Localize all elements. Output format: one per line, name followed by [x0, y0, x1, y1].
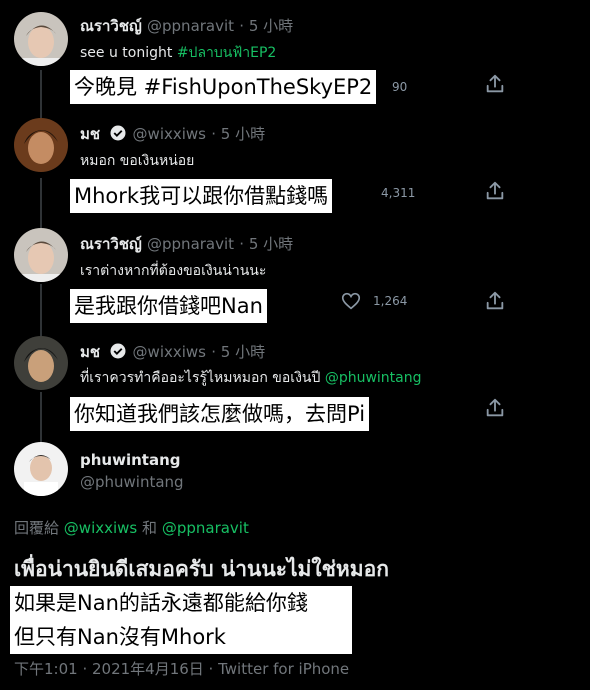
main-tweet-text: เพื่อน่านยินดีเสมอครับ น่านนะไม่ใช่หมอก [14, 557, 389, 581]
thread-line [40, 70, 42, 118]
translation-caption: 你知道我們該怎麼做嗎，去問Pi [70, 397, 370, 431]
handle[interactable]: @wixxiws [133, 343, 206, 361]
tweet-text: ที่เราควรทำคืออะไรรู้ไหมหมอก ขอเงินปี @p… [80, 367, 422, 389]
display-name-text[interactable]: มช [80, 125, 100, 143]
display-name-text[interactable]: ณราวิชญ์ [80, 235, 142, 253]
share-icon[interactable] [484, 73, 506, 95]
mention-link[interactable]: @wixxiws [64, 519, 137, 537]
thread-line [40, 284, 42, 336]
display-name[interactable]: มช @wixxiws · 5 小時 [80, 122, 265, 146]
display-name[interactable]: ณราวิชญ์ @ppnaravit · 5 小時 [80, 232, 293, 256]
handle[interactable]: @wixxiws [133, 125, 206, 143]
tweet-text-body: see u tonight [80, 45, 173, 61]
avatar[interactable] [14, 336, 68, 390]
tweet-text-body: ที่เราควรทำคืออะไรรู้ไหมหมอก ขอเงินปี [80, 370, 321, 386]
handle[interactable]: @ppnaravit [147, 235, 234, 253]
timestamp[interactable]: · 5 小時 [211, 125, 265, 143]
verified-badge-icon [110, 125, 126, 141]
share-icon[interactable] [484, 397, 506, 419]
reply-and: 和 [142, 519, 158, 537]
like-count: 90 [392, 80, 408, 94]
reply-prefix: 回覆給 [14, 519, 60, 537]
tweet-text: see u tonight #ปลาบนฟ้าEP2 [80, 42, 276, 64]
display-name-text[interactable]: ณราวิชญ์ [80, 17, 142, 35]
tweet-text: หมอก ขอเงินหน่อย [80, 153, 195, 169]
avatar[interactable] [14, 118, 68, 172]
avatar[interactable] [14, 228, 68, 282]
share-icon[interactable] [484, 290, 506, 312]
thread-line [40, 392, 42, 442]
avatar[interactable] [14, 442, 68, 496]
display-name[interactable]: มช @wixxiws · 5 小時 [80, 340, 265, 364]
mention-link[interactable]: @ppnaravit [162, 519, 249, 537]
translation-caption: 今晚見 #FishUponTheSkyEP2 [70, 70, 377, 104]
translation-caption: Mhork我可以跟你借點錢嗎 [70, 179, 333, 213]
avatar[interactable] [14, 12, 68, 66]
display-name[interactable]: ณราวิชญ์ @ppnaravit · 5 小時 [80, 14, 293, 38]
verified-badge-icon [110, 343, 126, 359]
reply-context: 回覆給 @wixxiws 和 @ppnaravit [14, 517, 249, 538]
hashtag-link[interactable]: #ปลาบนฟ้าEP2 [177, 45, 276, 61]
heart-icon[interactable] [340, 290, 362, 312]
tweet-text: เราต่างหากที่ต้องขอเงินน่านนะ [80, 263, 267, 279]
thread-line [40, 178, 42, 228]
mention-link[interactable]: @phuwintang [325, 370, 422, 386]
handle[interactable]: @phuwintang [80, 473, 184, 491]
handle[interactable]: @ppnaravit [147, 17, 234, 35]
timestamp[interactable]: · 5 小時 [239, 17, 293, 35]
like-count: 4,311 [381, 186, 416, 200]
timestamp[interactable]: · 5 小時 [211, 343, 265, 361]
tweet-meta: 下午1:01 · 2021年4月16日 · Twitter for iPhone [14, 660, 350, 678]
handle-text[interactable]: @phuwintang [80, 473, 184, 491]
translation-caption: 但只有Nan沒有Mhork [10, 620, 352, 654]
share-icon[interactable] [484, 180, 506, 202]
timestamp[interactable]: · 5 小時 [239, 235, 293, 253]
translation-caption: 如果是Nan的話永遠都能給你錢 [10, 586, 352, 620]
display-name[interactable]: phuwintang [80, 451, 180, 469]
display-name-text[interactable]: มช [80, 343, 100, 361]
like-count: 1,264 [373, 294, 408, 308]
translation-caption: 是我跟你借錢吧Nan [70, 289, 267, 323]
